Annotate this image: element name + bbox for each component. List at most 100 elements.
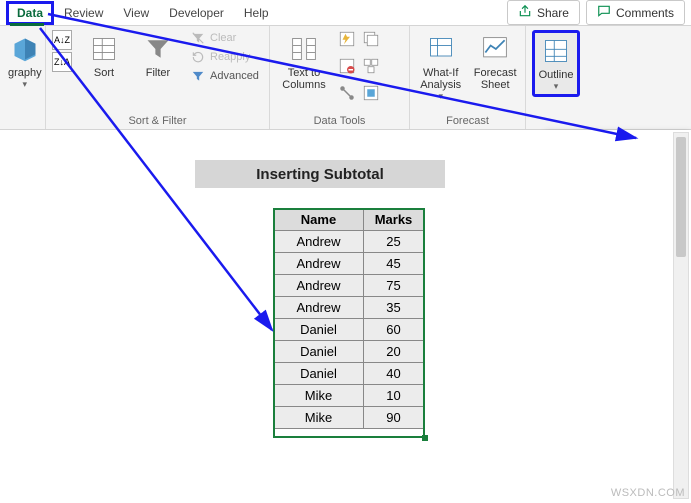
caret-icon: ▾ — [438, 91, 443, 102]
comments-label: Comments — [616, 6, 674, 20]
reapply-button[interactable]: Reapply — [188, 49, 262, 65]
geography-label: graphy — [8, 67, 42, 79]
text-to-columns-button[interactable]: Text to Columns — [276, 30, 332, 94]
cell-name[interactable]: Andrew — [274, 231, 364, 253]
cell-marks[interactable]: 60 — [364, 319, 424, 341]
whatif-icon — [427, 33, 455, 65]
group-data-tools: Text to Columns Data Tools — [270, 26, 410, 129]
table-row[interactable]: Daniel40 — [274, 363, 424, 385]
share-label: Share — [537, 6, 569, 20]
cell-name[interactable]: Mike — [274, 407, 364, 429]
table-row[interactable]: Andrew75 — [274, 275, 424, 297]
cell-name[interactable]: Daniel — [274, 319, 364, 341]
reapply-icon — [191, 50, 205, 64]
group-datatypes: graphy ▾ — [0, 26, 46, 129]
text-to-columns-label: Text to Columns — [278, 67, 330, 91]
filter-button[interactable]: Filter — [134, 30, 182, 82]
advanced-button[interactable]: Advanced — [188, 68, 262, 84]
share-icon — [518, 4, 532, 21]
whatif-label: What-If Analysis — [418, 67, 463, 91]
header-name: Name — [274, 209, 364, 231]
caret-icon: ▾ — [23, 79, 28, 90]
advanced-icon — [191, 69, 205, 83]
cell-marks[interactable]: 20 — [364, 341, 424, 363]
group-outline: Outline ▾ — [526, 26, 586, 129]
table-row[interactable]: Daniel60 — [274, 319, 424, 341]
forecast-label: Forecast Sheet — [473, 67, 517, 91]
scrollbar-thumb[interactable] — [676, 137, 686, 257]
advanced-label: Advanced — [210, 70, 259, 82]
selection-handle[interactable] — [422, 435, 428, 441]
reapply-label: Reapply — [210, 51, 250, 63]
relationships-icon[interactable] — [338, 84, 356, 105]
cell-marks[interactable]: 75 — [364, 275, 424, 297]
cell-marks[interactable]: 25 — [364, 231, 424, 253]
outline-button[interactable]: Outline ▾ — [532, 30, 580, 97]
ribbon: graphy ▾ A↓Z Z↓A Sort Filter — [0, 26, 691, 130]
data-model-icon[interactable] — [362, 84, 380, 105]
worksheet[interactable]: Inserting Subtotal Name Marks Andrew25 A… — [0, 130, 691, 503]
tab-developer[interactable]: Developer — [159, 2, 234, 24]
text-to-columns-icon — [290, 33, 318, 65]
table-row[interactable]: Andrew45 — [274, 253, 424, 275]
comments-icon — [597, 4, 611, 21]
tab-review[interactable]: Review — [54, 2, 113, 24]
sort-button[interactable]: Sort — [80, 30, 128, 82]
clear-button[interactable]: Clear — [188, 30, 262, 46]
table-row[interactable]: Mike10 — [274, 385, 424, 407]
sheet-title: Inserting Subtotal — [195, 160, 445, 188]
group-sort-filter: A↓Z Z↓A Sort Filter Clear — [46, 26, 270, 129]
data-table[interactable]: Name Marks Andrew25 Andrew45 Andrew75 An… — [273, 208, 424, 429]
forecast-group-label: Forecast — [416, 113, 519, 127]
tab-data[interactable]: Data — [6, 1, 54, 25]
table-row[interactable]: Andrew35 — [274, 297, 424, 319]
clear-icon — [191, 31, 205, 45]
outline-label: Outline — [539, 69, 574, 81]
tab-view[interactable]: View — [113, 2, 159, 24]
cell-marks[interactable]: 35 — [364, 297, 424, 319]
cell-name[interactable]: Andrew — [274, 297, 364, 319]
group-datatypes-label — [6, 125, 39, 127]
consolidate-icon[interactable] — [362, 57, 380, 78]
data-tools-group-label: Data Tools — [276, 113, 403, 127]
caret-icon: ▾ — [554, 81, 559, 92]
table-header-row: Name Marks — [274, 209, 424, 231]
cell-name[interactable]: Daniel — [274, 363, 364, 385]
data-validation-icon[interactable] — [338, 57, 356, 78]
cell-name[interactable]: Mike — [274, 385, 364, 407]
vertical-scrollbar[interactable] — [673, 132, 689, 499]
clear-label: Clear — [210, 32, 236, 44]
sort-label: Sort — [94, 67, 114, 79]
remove-duplicates-icon[interactable] — [362, 30, 380, 51]
filter-label: Filter — [146, 67, 170, 79]
sort-desc-button[interactable]: Z↓A — [52, 52, 72, 72]
tab-help[interactable]: Help — [234, 2, 279, 24]
whatif-button[interactable]: What-If Analysis ▾ — [416, 30, 465, 105]
outline-icon — [542, 35, 570, 67]
cell-marks[interactable]: 45 — [364, 253, 424, 275]
header-marks: Marks — [364, 209, 424, 231]
cell-marks[interactable]: 90 — [364, 407, 424, 429]
outline-group-label — [532, 125, 580, 127]
share-button[interactable]: Share — [507, 0, 580, 25]
filter-icon — [144, 33, 172, 65]
sort-filter-group-label: Sort & Filter — [52, 113, 263, 127]
cell-name[interactable]: Andrew — [274, 275, 364, 297]
flash-fill-icon[interactable] — [338, 30, 356, 51]
geography-icon — [11, 33, 39, 65]
table-row[interactable]: Andrew25 — [274, 231, 424, 253]
geography-button[interactable]: graphy ▾ — [6, 30, 44, 93]
cell-marks[interactable]: 40 — [364, 363, 424, 385]
cell-name[interactable]: Daniel — [274, 341, 364, 363]
cell-name[interactable]: Andrew — [274, 253, 364, 275]
forecast-icon — [481, 33, 509, 65]
sort-asc-button[interactable]: A↓Z — [52, 30, 72, 50]
watermark: WSXDN.COM — [611, 487, 685, 499]
table-row[interactable]: Daniel20 — [274, 341, 424, 363]
comments-button[interactable]: Comments — [586, 0, 685, 25]
group-forecast: What-If Analysis ▾ Forecast Sheet Foreca… — [410, 26, 526, 129]
table-row[interactable]: Mike90 — [274, 407, 424, 429]
ribbon-tabstrip: Data Review View Developer Help Share Co… — [0, 0, 691, 26]
forecast-sheet-button[interactable]: Forecast Sheet — [471, 30, 519, 94]
cell-marks[interactable]: 10 — [364, 385, 424, 407]
